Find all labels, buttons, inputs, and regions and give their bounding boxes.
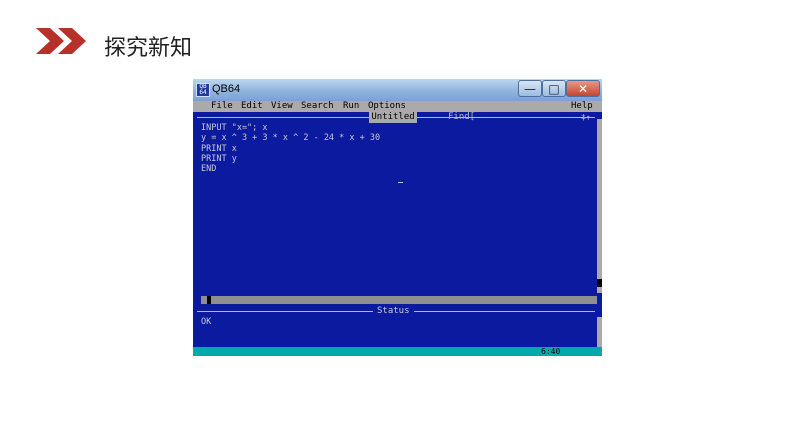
chevron-double-right-icon	[36, 28, 86, 54]
vertical-scroll-thumb[interactable]	[597, 279, 602, 287]
status-label: Status	[373, 306, 414, 316]
horizontal-scroll-thumb[interactable]	[207, 296, 211, 304]
title-bar[interactable]: QB 64 QB64 — □ ✕	[193, 79, 602, 101]
qb64-window: QB 64 QB64 — □ ✕ File Edit View Search R…	[193, 79, 602, 356]
menu-file[interactable]: File	[211, 101, 233, 112]
menu-bar: File Edit View Search Run Options Help	[193, 101, 602, 112]
menu-help[interactable]: Help	[571, 101, 593, 112]
close-button[interactable]: ✕	[566, 80, 600, 97]
document-title: Untitled	[369, 112, 417, 123]
qb64-app-icon: QB 64	[196, 83, 210, 97]
vertical-scrollbar[interactable]	[597, 119, 602, 293]
find-controls-icon[interactable]: ‡↑	[581, 112, 591, 123]
menu-edit[interactable]: Edit	[241, 101, 263, 112]
find-field[interactable]: Find[	[448, 112, 475, 123]
menu-run[interactable]: Run	[343, 101, 359, 112]
text-cursor	[398, 182, 403, 183]
window-title: QB64	[212, 83, 241, 95]
menu-view[interactable]: View	[271, 101, 293, 112]
slide-title: 探究新知	[104, 36, 193, 61]
minimize-button[interactable]: —	[518, 80, 542, 97]
menu-search[interactable]: Search	[301, 101, 334, 112]
status-scrollbar[interactable]	[597, 317, 602, 347]
cursor-position: 6:40	[541, 347, 561, 356]
horizontal-scrollbar[interactable]	[201, 296, 597, 304]
code-editor[interactable]: INPUT "x="; x y = x ^ 3 + 3 * x ^ 2 - 24…	[201, 123, 380, 174]
menu-options[interactable]: Options	[368, 101, 406, 112]
status-text: OK	[201, 317, 212, 327]
maximize-button[interactable]: □	[542, 80, 566, 97]
